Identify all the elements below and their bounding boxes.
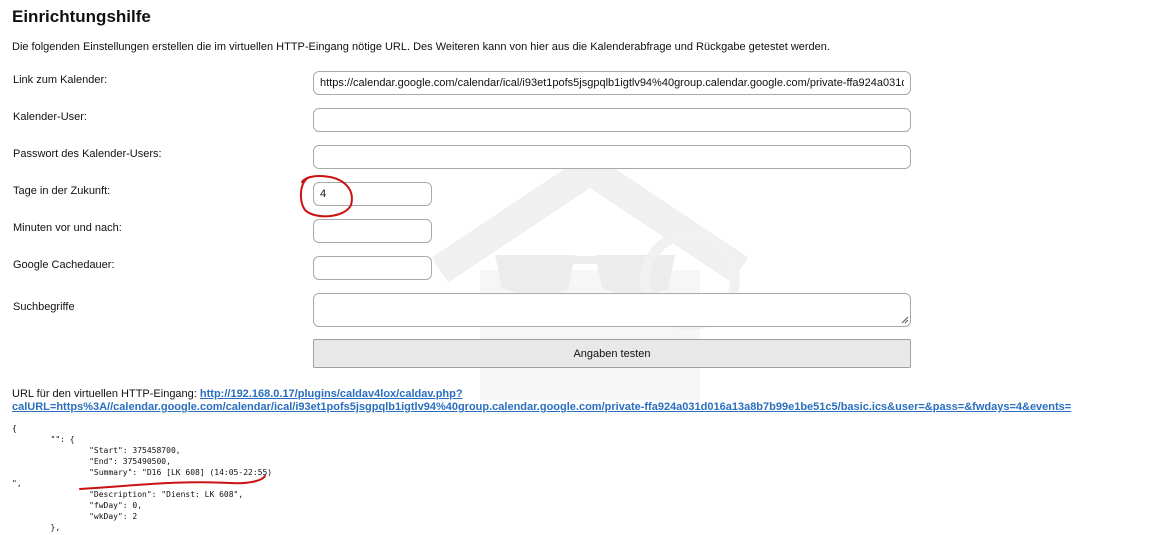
calendar-password-input[interactable]	[313, 145, 911, 169]
page-title: Einrichtungshilfe	[12, 7, 151, 26]
minutes-label: Minuten vor und nach:	[13, 222, 122, 234]
intro-text: Die folgenden Einstellungen erstellen di…	[12, 41, 830, 53]
future-days-label: Tage in der Zukunft:	[13, 185, 111, 197]
json-output: { "": { "Start": 375458700, "End": 37549…	[12, 424, 273, 532]
minutes-input[interactable]	[313, 219, 432, 243]
calendar-link-label: Link zum Kalender:	[13, 74, 108, 86]
search-terms-textarea[interactable]	[313, 293, 911, 327]
search-terms-label: Suchbegriffe	[13, 301, 75, 313]
future-days-input[interactable]	[313, 182, 432, 206]
calendar-link-input[interactable]	[313, 71, 911, 95]
url-label: URL für den virtuellen HTTP-Eingang:	[12, 388, 197, 400]
cache-duration-input[interactable]	[313, 256, 432, 280]
test-settings-button[interactable]: Angaben testen	[313, 339, 911, 368]
cache-duration-label: Google Cachedauer:	[13, 259, 115, 271]
calendar-user-input[interactable]	[313, 108, 911, 132]
calendar-password-label: Passwort des Kalender-Users:	[13, 148, 162, 160]
calendar-user-label: Kalender-User:	[13, 111, 87, 123]
resize-grip-icon[interactable]	[899, 314, 909, 324]
http-input-url-line: URL für den virtuellen HTTP-Eingang: htt…	[12, 388, 1092, 414]
